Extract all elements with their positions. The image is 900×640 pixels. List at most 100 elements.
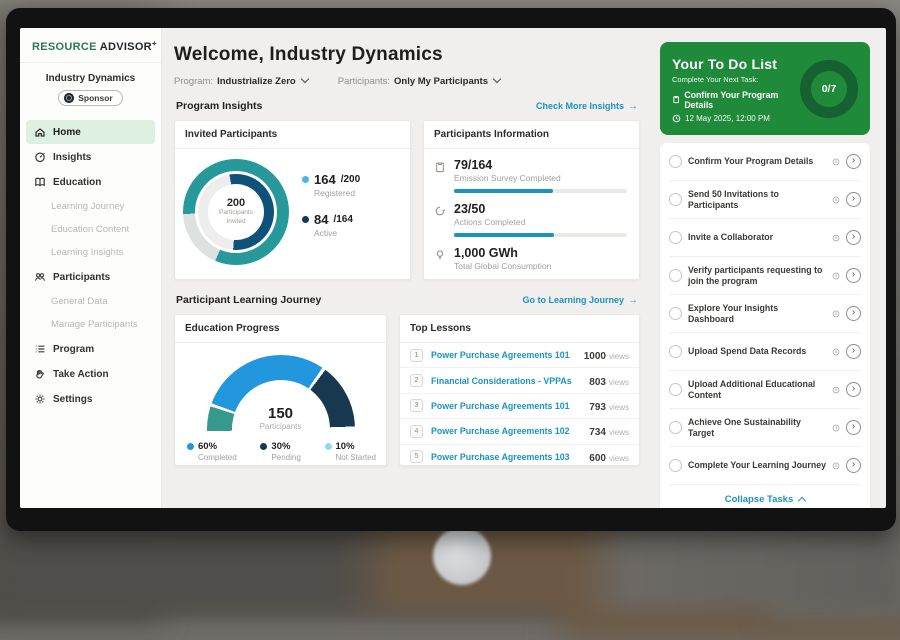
task-checkbox[interactable] <box>669 269 682 282</box>
views-count: 1000views <box>584 346 629 364</box>
todo-panel: Your To Do List Complete Your Next Task:… <box>652 28 886 508</box>
task-go-button[interactable]: › <box>846 420 861 435</box>
sidebar-item-home[interactable]: Home <box>26 120 155 144</box>
program-value: Industrialize Zero <box>217 76 296 87</box>
sidebar-item-take-action[interactable]: Take Action <box>26 362 155 386</box>
collapse-tasks-link[interactable]: Collapse Tasks <box>669 485 861 508</box>
task-label[interactable]: Send 50 Invitations to Participants <box>688 189 826 211</box>
program-dropdown[interactable]: Program: Industrialize Zero <box>174 76 308 87</box>
participants-icon <box>34 271 46 283</box>
go-to-learning-journey-link[interactable]: Go to Learning Journey→ <box>522 295 638 306</box>
task-row: Send 50 Invitations to Participants › <box>669 181 861 219</box>
active-dot <box>302 216 309 223</box>
invited-donut-chart: 200 Participants Invited <box>183 159 289 265</box>
task-checkbox[interactable] <box>669 307 682 320</box>
sidebar: RESOURCE ADVISOR+ Industry Dynamics Spon… <box>20 28 162 508</box>
education-icon <box>34 176 46 188</box>
task-go-button[interactable]: › <box>846 382 861 397</box>
task-label[interactable]: Achieve One Sustainability Target <box>688 417 826 439</box>
check-more-insights-link[interactable]: Check More Insights→ <box>536 101 638 112</box>
task-go-button[interactable]: › <box>846 344 861 359</box>
task-go-button[interactable]: › <box>846 230 861 245</box>
clock-icon <box>832 462 840 470</box>
task-checkbox[interactable] <box>669 193 682 206</box>
task-label[interactable]: Upload Spend Data Records <box>688 346 826 357</box>
home-icon <box>34 126 46 138</box>
clipboard-icon <box>672 95 680 104</box>
task-checkbox[interactable] <box>669 421 682 434</box>
task-checkbox[interactable] <box>669 155 682 168</box>
sidebar-item-education[interactable]: Education <box>26 170 155 194</box>
card-title: Education Progress <box>175 315 386 343</box>
not-started-dot <box>325 443 332 450</box>
sidebar-item-manage-participants[interactable]: Manage Participants <box>20 313 161 336</box>
sidebar-item-label: Take Action <box>53 369 109 380</box>
task-checkbox[interactable] <box>669 345 682 358</box>
todo-subtitle: Complete Your Next Task: <box>672 75 800 84</box>
todo-next-task[interactable]: Confirm Your Program Details <box>672 90 800 110</box>
task-go-button[interactable]: › <box>846 192 861 207</box>
clock-icon <box>832 234 840 242</box>
stat-emission-survey: 79/164Emission Survey Completed <box>424 149 639 183</box>
actions-icon <box>434 205 446 217</box>
task-label[interactable]: Confirm Your Program Details <box>688 156 826 167</box>
sidebar-item-learning-insights[interactable]: Learning Insights <box>20 241 161 264</box>
sidebar-item-insights[interactable]: Insights <box>26 145 155 169</box>
task-label[interactable]: Verify participants requesting to join t… <box>688 265 826 287</box>
rank-badge: 5 <box>410 450 423 463</box>
stat-consumption: 1,000 GWhTotal Global Consumption <box>424 237 639 271</box>
sidebar-item-participants[interactable]: Participants <box>26 265 155 289</box>
clock-icon <box>832 424 840 432</box>
clock-icon <box>832 348 840 356</box>
education-gauge-chart: 150 Participants <box>207 355 355 431</box>
lesson-link[interactable]: Power Purchase Agreements 101 <box>431 401 581 411</box>
settings-icon <box>34 393 46 405</box>
invited-participants-card: Invited Participants 200 Participants In… <box>174 120 411 280</box>
sidebar-item-education-content[interactable]: Education Content <box>20 218 161 241</box>
lesson-link[interactable]: Financial Considerations - VPPAs <box>431 376 581 386</box>
brand-advisor: ADVISOR <box>100 41 152 53</box>
task-go-button[interactable]: › <box>846 268 861 283</box>
task-row: Upload Spend Data Records › <box>669 333 861 371</box>
dashboard-screen: RESOURCE ADVISOR+ Industry Dynamics Spon… <box>20 28 886 508</box>
donut-center-label: 200 Participants Invited <box>183 159 289 265</box>
participants-dropdown[interactable]: Participants:Only My Participants <box>338 76 500 87</box>
chevron-down-icon <box>493 75 501 83</box>
card-title: Participants Information <box>424 121 639 149</box>
lesson-row: 5 Power Purchase Agreements 103 600views <box>400 445 639 466</box>
lightbulb-icon <box>434 249 446 261</box>
rank-badge: 1 <box>410 349 423 362</box>
legend-pending: 30% Pending <box>260 441 300 462</box>
sidebar-item-label: Program <box>53 344 94 355</box>
lesson-link[interactable]: Power Purchase Agreements 103 <box>431 452 581 462</box>
task-row: Explore Your Insights Dashboard › <box>669 295 861 333</box>
task-go-button[interactable]: › <box>846 306 861 321</box>
task-label[interactable]: Complete Your Learning Journey <box>688 460 826 471</box>
task-label[interactable]: Explore Your Insights Dashboard <box>688 303 826 325</box>
sidebar-nav: Home Insights Education Learning Journey… <box>20 120 161 411</box>
program-label: Program: <box>174 76 213 87</box>
legend-registered: 164/200 Registered <box>302 172 360 198</box>
sidebar-item-learning-journey[interactable]: Learning Journey <box>20 195 161 218</box>
gauge-legend: 60% Completed 30% Pending 10% Not Starte… <box>175 431 386 462</box>
sidebar-item-general-data[interactable]: General Data <box>20 290 161 313</box>
sidebar-item-program[interactable]: Program <box>26 337 155 361</box>
sidebar-item-settings[interactable]: Settings <box>26 387 155 411</box>
task-row: Achieve One Sustainability Target › <box>669 409 861 447</box>
clock-icon <box>832 310 840 318</box>
education-progress-card: Education Progress 150 Participants 60% … <box>174 314 387 466</box>
chevron-up-icon <box>798 497 806 505</box>
task-checkbox[interactable] <box>669 383 682 396</box>
lesson-link[interactable]: Power Purchase Agreements 101 <box>431 350 576 360</box>
brand-plus: + <box>152 39 157 48</box>
task-label[interactable]: Upload Additional Educational Content <box>688 379 826 401</box>
lesson-row: 2 Financial Considerations - VPPAs 803vi… <box>400 368 639 393</box>
task-go-button[interactable]: › <box>846 154 861 169</box>
task-checkbox[interactable] <box>669 459 682 472</box>
task-label[interactable]: Invite a Collaborator <box>688 232 826 243</box>
task-checkbox[interactable] <box>669 231 682 244</box>
task-go-button[interactable]: › <box>846 458 861 473</box>
lesson-link[interactable]: Power Purchase Agreements 102 <box>431 426 581 436</box>
participants-label: Participants: <box>338 76 390 87</box>
sponsor-badge-label: Sponsor <box>78 93 112 103</box>
